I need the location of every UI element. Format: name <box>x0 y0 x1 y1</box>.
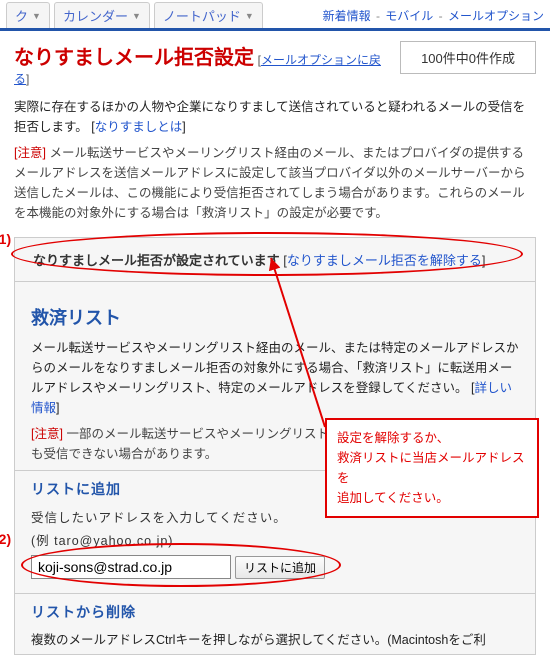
caution-text: [注意] メール転送サービスやメーリングリスト経由のメール、またはプロバイダの提… <box>14 143 536 223</box>
annotation-2-label: (2) <box>0 531 11 547</box>
intro-text: 実際に存在するほかの人物や企業になりすまして送信されていると疑われるメールの受信… <box>14 97 536 137</box>
rescue-list-title: 救済リスト <box>31 304 519 330</box>
tab-ku[interactable]: ク▼ <box>6 2 50 28</box>
top-tab-bar: ク▼ カレンダー▼ ノートパッド▼ 新着情報 - モバイル - メールオプション <box>0 0 550 31</box>
add-to-list-button[interactable]: リストに追加 <box>235 556 325 579</box>
tab-calendar[interactable]: カレンダー▼ <box>54 2 150 28</box>
settings-panel: なりすましメール拒否が設定されています [なりすましメール拒否を解除する] 救済… <box>14 237 536 655</box>
link-mail-options[interactable]: メールオプション <box>448 9 544 23</box>
annotation-1-label: (1) <box>0 231 11 247</box>
disable-spoofing-link[interactable]: なりすましメール拒否を解除する <box>287 253 482 268</box>
chevron-down-icon: ▼ <box>245 11 254 21</box>
status-line: なりすましメール拒否が設定されています [なりすましメール拒否を解除する] <box>15 238 535 281</box>
annotation-callout: 設定を解除するか、 救済リストに当店メールアドレスを 追加してください。 <box>325 418 539 518</box>
link-new[interactable]: 新着情報 <box>323 9 371 23</box>
count-box: 100件中0件作成 <box>400 41 536 74</box>
chevron-down-icon: ▼ <box>132 11 141 21</box>
address-input[interactable] <box>31 555 231 579</box>
link-mobile[interactable]: モバイル <box>385 9 433 23</box>
chevron-down-icon: ▼ <box>32 11 41 21</box>
page-title: なりすましメール拒否設定 <box>14 47 254 69</box>
what-is-spoofing-link[interactable]: なりすましとは <box>95 120 183 134</box>
top-links: 新着情報 - モバイル - メールオプション <box>323 7 544 24</box>
page-body: なりすましメール拒否設定 [メールオプションに戻る] 100件中0件作成 実際に… <box>0 31 550 665</box>
rescue-body: メール転送サービスやメーリングリスト経由のメール、または特定のメールアドレスから… <box>31 338 519 418</box>
delete-from-list-title: リストから削除 <box>31 602 519 622</box>
delete-body: 複数のメールアドレスCtrlキーを押しながら選択してください。(Macintos… <box>31 630 519 650</box>
add-example: (例 taro@yahoo.co.jp) <box>31 530 519 549</box>
tab-notepad[interactable]: ノートパッド▼ <box>154 2 263 28</box>
